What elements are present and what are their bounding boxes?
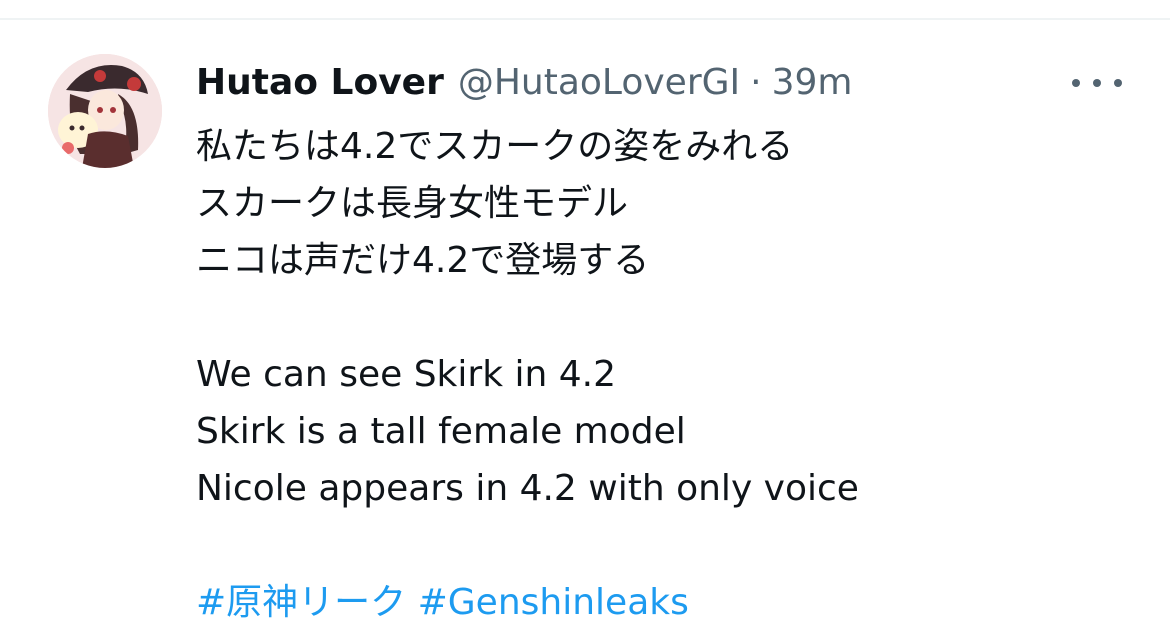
tweet[interactable]: Hutao Lover @HutaoLoverGI · 39m 私たちは4.2で… bbox=[0, 0, 1170, 639]
tweet-line: スカークは長身女性モデル bbox=[196, 183, 629, 224]
more-dot bbox=[1072, 79, 1080, 87]
more-dot bbox=[1114, 79, 1122, 87]
tweet-text: 私たちは4.2でスカークの姿をみれる スカークは長身女性モデル ニコは声だけ4.… bbox=[196, 118, 1136, 631]
more-dot bbox=[1093, 79, 1101, 87]
separator-dot: · bbox=[750, 62, 762, 103]
display-name[interactable]: Hutao Lover bbox=[196, 58, 444, 108]
more-dots-icon[interactable] bbox=[1072, 66, 1122, 100]
timestamp[interactable]: 39m bbox=[772, 58, 853, 108]
tweet-line: ニコは声だけ4.2で登場する bbox=[196, 240, 650, 281]
divider bbox=[0, 18, 1170, 20]
tweet-line: Nicole appears in 4.2 with only voice bbox=[196, 468, 859, 509]
avatar-image bbox=[48, 54, 162, 168]
tweet-line: Skirk is a tall female model bbox=[196, 411, 686, 452]
hashtag-link[interactable]: #原神リーク bbox=[196, 582, 406, 623]
tweet-header: Hutao Lover @HutaoLoverGI · 39m bbox=[196, 58, 853, 108]
hashtag-link[interactable]: #Genshinleaks bbox=[418, 582, 689, 623]
hashtag-row: #原神リーク #Genshinleaks bbox=[196, 574, 1136, 631]
user-handle[interactable]: @HutaoLoverGI bbox=[458, 58, 740, 108]
tweet-line: We can see Skirk in 4.2 bbox=[196, 354, 616, 395]
avatar[interactable] bbox=[48, 54, 162, 168]
tweet-line: 私たちは4.2でスカークの姿をみれる bbox=[196, 126, 794, 167]
